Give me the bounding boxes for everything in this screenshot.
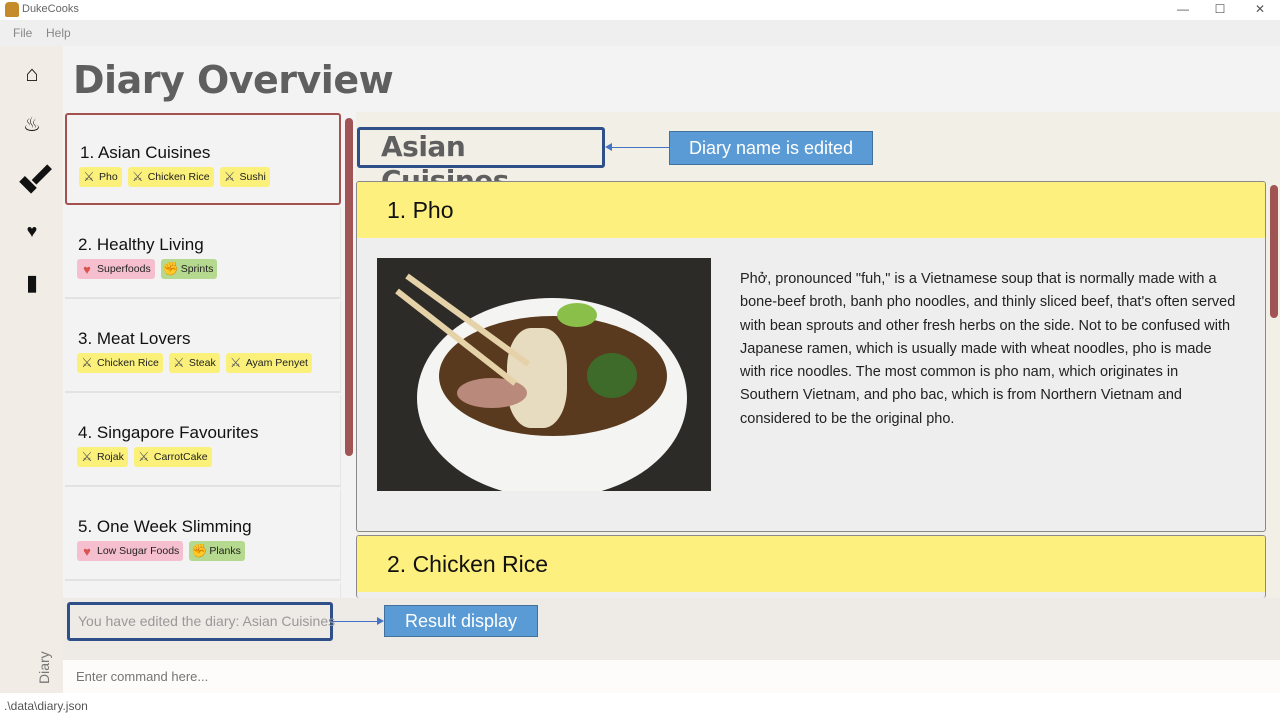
tag: ♥ Superfoods	[77, 259, 155, 279]
tag-label: Low Sugar Foods	[97, 545, 180, 557]
page-title: Diary Overview	[73, 58, 394, 102]
diary-card[interactable]: 1. Asian Cuisines ⚔ Pho ⚔ Chicken Rice ⚔ Sushi	[65, 113, 341, 205]
sidebar	[0, 46, 63, 693]
tag: ✊ Sprints	[160, 259, 218, 279]
tag-list: ⚔ Pho ⚔ Chicken Rice ⚔ Sushi	[79, 167, 270, 187]
utensils-icon: ⚔	[81, 449, 93, 464]
menu-bar: File Help	[0, 20, 1280, 46]
app-logo-icon	[5, 2, 19, 17]
diary-card[interactable]: 5. One Week Slimming ♥ Low Sugar Foods ✊ Pla…	[65, 489, 341, 581]
tag: ⚔ Ayam Penyet	[225, 353, 312, 373]
page-description: Phở, pronounced "fuh," is a Vietnamese s…	[740, 271, 1236, 427]
diary-name: 4. Singapore Favourites	[78, 423, 259, 442]
tag-label: Ayam Penyet	[245, 357, 308, 369]
tag: ✊ Planks	[189, 541, 245, 561]
utensils-icon: ⚔	[83, 169, 95, 184]
diary-card[interactable]: 4. Singapore Favourites ⚔ Rojak ⚔ CarrotCake	[65, 395, 341, 487]
maximize-icon[interactable]: ☐	[1205, 0, 1235, 20]
diary-card[interactable]: 3. Meat Lovers ⚔ Chicken Rice ⚔ Steak ⚔ Ayam P…	[65, 301, 341, 393]
heart-icon: ♥	[83, 543, 91, 559]
tag-label: Sprints	[180, 263, 214, 275]
page-card: 2. Chicken Rice	[356, 535, 1266, 598]
tag-label: CarrotCake	[153, 451, 208, 463]
diary-list-scrollbar[interactable]	[345, 118, 353, 456]
tag-label: Steak	[188, 357, 216, 369]
minimize-icon[interactable]: —	[1168, 0, 1198, 20]
diary-book-icon[interactable]: ▮	[19, 270, 45, 296]
pho-image	[377, 258, 711, 491]
tag-list: ⚔ Rojak ⚔ CarrotCake	[77, 447, 212, 467]
current-tab-label: Diary	[36, 651, 52, 684]
utensils-icon: ⚔	[223, 169, 236, 184]
arrow-head-icon	[605, 143, 612, 151]
tag-list: ♥ Low Sugar Foods ✊ Planks	[77, 541, 245, 561]
diary-name: 2. Healthy Living	[78, 235, 204, 254]
status-bar-file-path: .\data\diary.json	[0, 693, 1280, 720]
tag-label: Rojak	[97, 451, 124, 463]
flexed-arm-icon: ✊	[191, 543, 208, 558]
detail-scrollbar[interactable]	[1270, 185, 1278, 318]
utensils-icon: ⚔	[131, 169, 144, 184]
annotation-arrow	[333, 621, 379, 622]
page-title: 2. Chicken Rice	[357, 536, 1265, 592]
utensils-icon: ⚔	[138, 449, 150, 464]
utensils-icon: ⚔	[229, 355, 242, 370]
tag: ♥ Low Sugar Foods	[77, 541, 184, 561]
utensils-icon: ⚔	[173, 355, 185, 370]
tag-label: Chicken Rice	[147, 171, 210, 183]
tag-label: Planks	[209, 545, 241, 557]
tag-list: ♥ Superfoods ✊ Sprints	[77, 259, 218, 279]
tag-label: Chicken Rice	[97, 357, 159, 369]
diary-name-heading: Asian Cuisines	[357, 127, 605, 197]
annotation-diary-name: Diary name is edited	[669, 131, 873, 165]
home-icon[interactable]: ⌂	[19, 61, 45, 87]
close-icon[interactable]: ✕	[1245, 0, 1275, 20]
tag-label: Sushi	[239, 171, 266, 183]
arrow-head-icon	[377, 617, 384, 625]
page-title: 1. Pho	[357, 182, 1265, 238]
tag: ⚔ Steak	[168, 353, 220, 373]
diary-name: 3. Meat Lovers	[78, 329, 191, 348]
menu-file[interactable]: File	[13, 26, 32, 40]
title-bar: DukeCooks — ☐ ✕	[0, 0, 1280, 20]
result-text: You have edited the diary: Asian Cuisine…	[67, 602, 335, 641]
tag-label: Superfoods	[97, 263, 151, 275]
chef-hat-icon[interactable]: ♨	[19, 112, 45, 138]
annotation-result: Result display	[384, 605, 538, 637]
diary-card[interactable]	[65, 583, 341, 598]
annotation-arrow	[608, 147, 669, 148]
diary-list: 1. Asian Cuisines ⚔ Pho ⚔ Chicken Rice ⚔ Sushi…	[63, 112, 343, 598]
heartbeat-icon[interactable]: ♥	[19, 218, 45, 244]
tag: ⚔ Chicken Rice	[127, 167, 214, 187]
tag: ⚔ Sushi	[219, 167, 270, 187]
diary-card[interactable]: 2. Healthy Living ♥ Superfoods ✊ Sprints	[65, 207, 341, 299]
tag-label: Pho	[99, 171, 118, 183]
diary-name: 1. Asian Cuisines	[80, 143, 211, 162]
window-title: DukeCooks	[22, 3, 79, 15]
heart-icon: ♥	[83, 261, 91, 277]
command-input[interactable]	[63, 660, 1280, 693]
utensils-icon: ⚔	[81, 355, 93, 370]
menu-help[interactable]: Help	[46, 26, 71, 40]
tag: ⚔ Chicken Rice	[77, 353, 163, 373]
flexed-arm-icon: ✊	[162, 261, 179, 276]
tag-list: ⚔ Chicken Rice ⚔ Steak ⚔ Ayam Penyet	[77, 353, 312, 373]
tag: ⚔ Pho	[79, 167, 122, 187]
diary-name: 5. One Week Slimming	[78, 517, 252, 536]
tag: ⚔ Rojak	[77, 447, 128, 467]
tag: ⚔ CarrotCake	[133, 447, 212, 467]
